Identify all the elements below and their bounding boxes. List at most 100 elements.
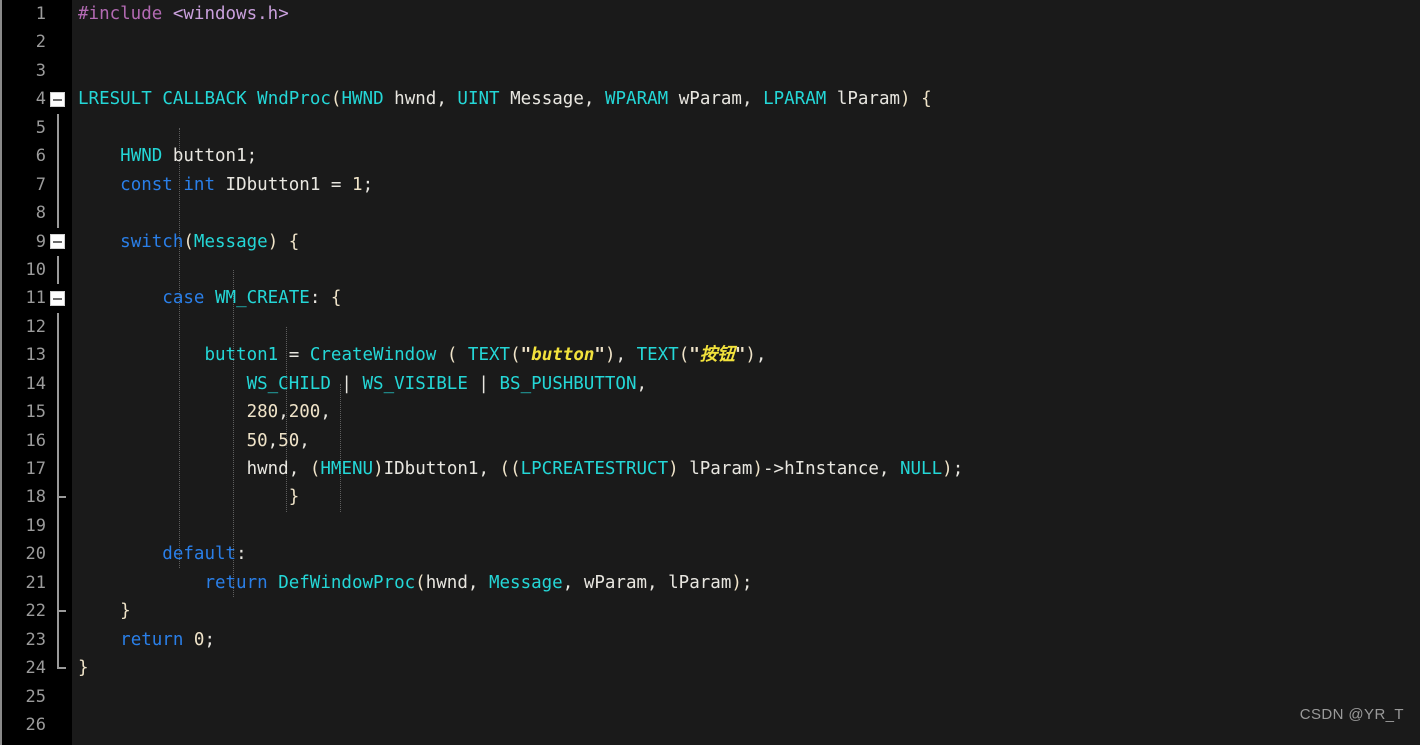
code-line[interactable] bbox=[72, 199, 1420, 227]
code-line[interactable]: } bbox=[72, 654, 1420, 682]
gutter-line: 14 bbox=[2, 369, 72, 399]
code-line[interactable]: HWND button1; bbox=[72, 142, 1420, 170]
line-number: 6 bbox=[35, 146, 46, 167]
gutter-line: 4 bbox=[2, 85, 72, 113]
line-number: 24 bbox=[25, 658, 46, 679]
line-number: 22 bbox=[25, 601, 46, 622]
gutter-line: 13 bbox=[2, 341, 72, 370]
gutter-line: 1 bbox=[2, 0, 72, 28]
fold-collapse-icon[interactable] bbox=[50, 91, 65, 107]
code-line[interactable]: switch(Message) { bbox=[72, 228, 1420, 256]
line-number: 3 bbox=[35, 60, 46, 81]
gutter-line: 25 bbox=[2, 683, 72, 711]
code-line[interactable]: 280,200, bbox=[72, 398, 1420, 426]
line-number: 7 bbox=[35, 174, 46, 195]
gutter-line: 10 bbox=[2, 255, 72, 285]
line-number: 10 bbox=[25, 259, 46, 280]
fold-connector-line bbox=[57, 113, 59, 143]
gutter-line: 21 bbox=[2, 568, 72, 598]
code-line[interactable]: #include <windows.h> bbox=[72, 0, 1420, 28]
gutter-line: 20 bbox=[2, 540, 72, 569]
code-line[interactable] bbox=[72, 28, 1420, 56]
line-number: 12 bbox=[25, 316, 46, 337]
code-line[interactable] bbox=[72, 683, 1420, 711]
fold-connector-line bbox=[57, 341, 59, 370]
line-number: 2 bbox=[35, 32, 46, 53]
code-line[interactable] bbox=[72, 512, 1420, 540]
gutter-line: 3 bbox=[2, 57, 72, 85]
gutter-line: 24 bbox=[2, 654, 72, 682]
gutter-line: 12 bbox=[2, 312, 72, 342]
code-line[interactable]: const int IDbutton1 = 1; bbox=[72, 171, 1420, 199]
line-number: 5 bbox=[35, 117, 46, 138]
code-line[interactable]: WS_CHILD | WS_VISIBLE | BS_PUSHBUTTON, bbox=[72, 370, 1420, 398]
gutter-line: 19 bbox=[2, 511, 72, 541]
gutter-line: 6 bbox=[2, 142, 72, 171]
code-line[interactable]: hwnd, (HMENU)IDbutton1, ((LPCREATESTRUCT… bbox=[72, 455, 1420, 483]
line-number: 17 bbox=[25, 459, 46, 479]
line-number: 18 bbox=[25, 487, 46, 508]
gutter-line: 5 bbox=[2, 113, 72, 143]
line-number: 26 bbox=[25, 714, 46, 735]
code-content-area[interactable]: #include <windows.h> LRESULT CALLBACK Wn… bbox=[72, 0, 1420, 745]
fold-connector-line bbox=[57, 511, 59, 541]
fold-connector-line bbox=[57, 312, 59, 342]
line-number: 8 bbox=[35, 203, 46, 224]
line-number: 15 bbox=[25, 402, 46, 423]
code-line[interactable]: case WM_CREATE: { bbox=[72, 284, 1420, 312]
code-line[interactable]: } bbox=[72, 483, 1420, 511]
fold-connector-line bbox=[57, 142, 59, 171]
code-line[interactable] bbox=[72, 256, 1420, 284]
fold-connector-line bbox=[57, 540, 59, 569]
line-number: 1 bbox=[35, 4, 46, 24]
line-number: 21 bbox=[25, 572, 46, 593]
line-number: 14 bbox=[25, 373, 46, 394]
code-line[interactable]: return DefWindowProc(hwnd, Message, wPar… bbox=[72, 569, 1420, 597]
fold-connector-line bbox=[57, 369, 59, 399]
code-line[interactable]: return 0; bbox=[72, 626, 1420, 654]
line-number: 11 bbox=[25, 288, 46, 309]
code-line[interactable]: button1 = CreateWindow ( TEXT("button"),… bbox=[72, 341, 1420, 369]
fold-connector-line bbox=[57, 170, 59, 200]
fold-collapse-icon[interactable] bbox=[50, 290, 65, 306]
line-number: 9 bbox=[35, 231, 46, 252]
gutter-line: 22 bbox=[2, 597, 72, 626]
code-line[interactable] bbox=[72, 57, 1420, 85]
line-number: 4 bbox=[35, 89, 46, 110]
gutter-line: 11 bbox=[2, 284, 72, 312]
fold-connector-line bbox=[57, 398, 59, 427]
line-number: 13 bbox=[25, 345, 46, 366]
line-number: 23 bbox=[25, 629, 46, 650]
gutter-line: 15 bbox=[2, 398, 72, 427]
code-editor: 1 2 3 4 5 6 7 8 9 10 11 12 13 14 15 16 1… bbox=[0, 0, 1420, 745]
code-line[interactable]: LRESULT CALLBACK WndProc(HWND hwnd, UINT… bbox=[72, 85, 1420, 113]
line-number: 16 bbox=[25, 430, 46, 451]
gutter-line: 23 bbox=[2, 625, 72, 655]
gutter-line: 17 bbox=[2, 455, 72, 484]
line-number: 25 bbox=[25, 686, 46, 707]
gutter-line: 7 bbox=[2, 170, 72, 200]
fold-collapse-icon[interactable] bbox=[50, 234, 65, 249]
code-line[interactable] bbox=[72, 114, 1420, 142]
fold-connector-line bbox=[57, 199, 59, 228]
code-line[interactable] bbox=[72, 313, 1420, 341]
editor-gutter[interactable]: 1 2 3 4 5 6 7 8 9 10 11 12 13 14 15 16 1… bbox=[0, 0, 72, 745]
gutter-line: 8 bbox=[2, 199, 72, 228]
gutter-line: 2 bbox=[2, 28, 72, 56]
code-line[interactable]: 50,50, bbox=[72, 427, 1420, 455]
gutter-line: 26 bbox=[2, 711, 72, 739]
gutter-line: 16 bbox=[2, 426, 72, 455]
fold-connector-line bbox=[57, 455, 59, 484]
gutter-line: 9 bbox=[2, 228, 72, 256]
fold-connector-line bbox=[57, 625, 59, 655]
fold-connector-line bbox=[57, 426, 59, 455]
code-line[interactable] bbox=[72, 711, 1420, 739]
fold-end-icon bbox=[57, 654, 64, 669]
code-line[interactable]: } bbox=[72, 597, 1420, 625]
line-number: 20 bbox=[25, 544, 46, 565]
gutter-line: 18 bbox=[2, 483, 72, 512]
fold-end-icon bbox=[57, 610, 66, 612]
fold-end-icon bbox=[57, 496, 66, 498]
code-line[interactable]: default: bbox=[72, 540, 1420, 568]
fold-connector-line bbox=[57, 255, 59, 285]
